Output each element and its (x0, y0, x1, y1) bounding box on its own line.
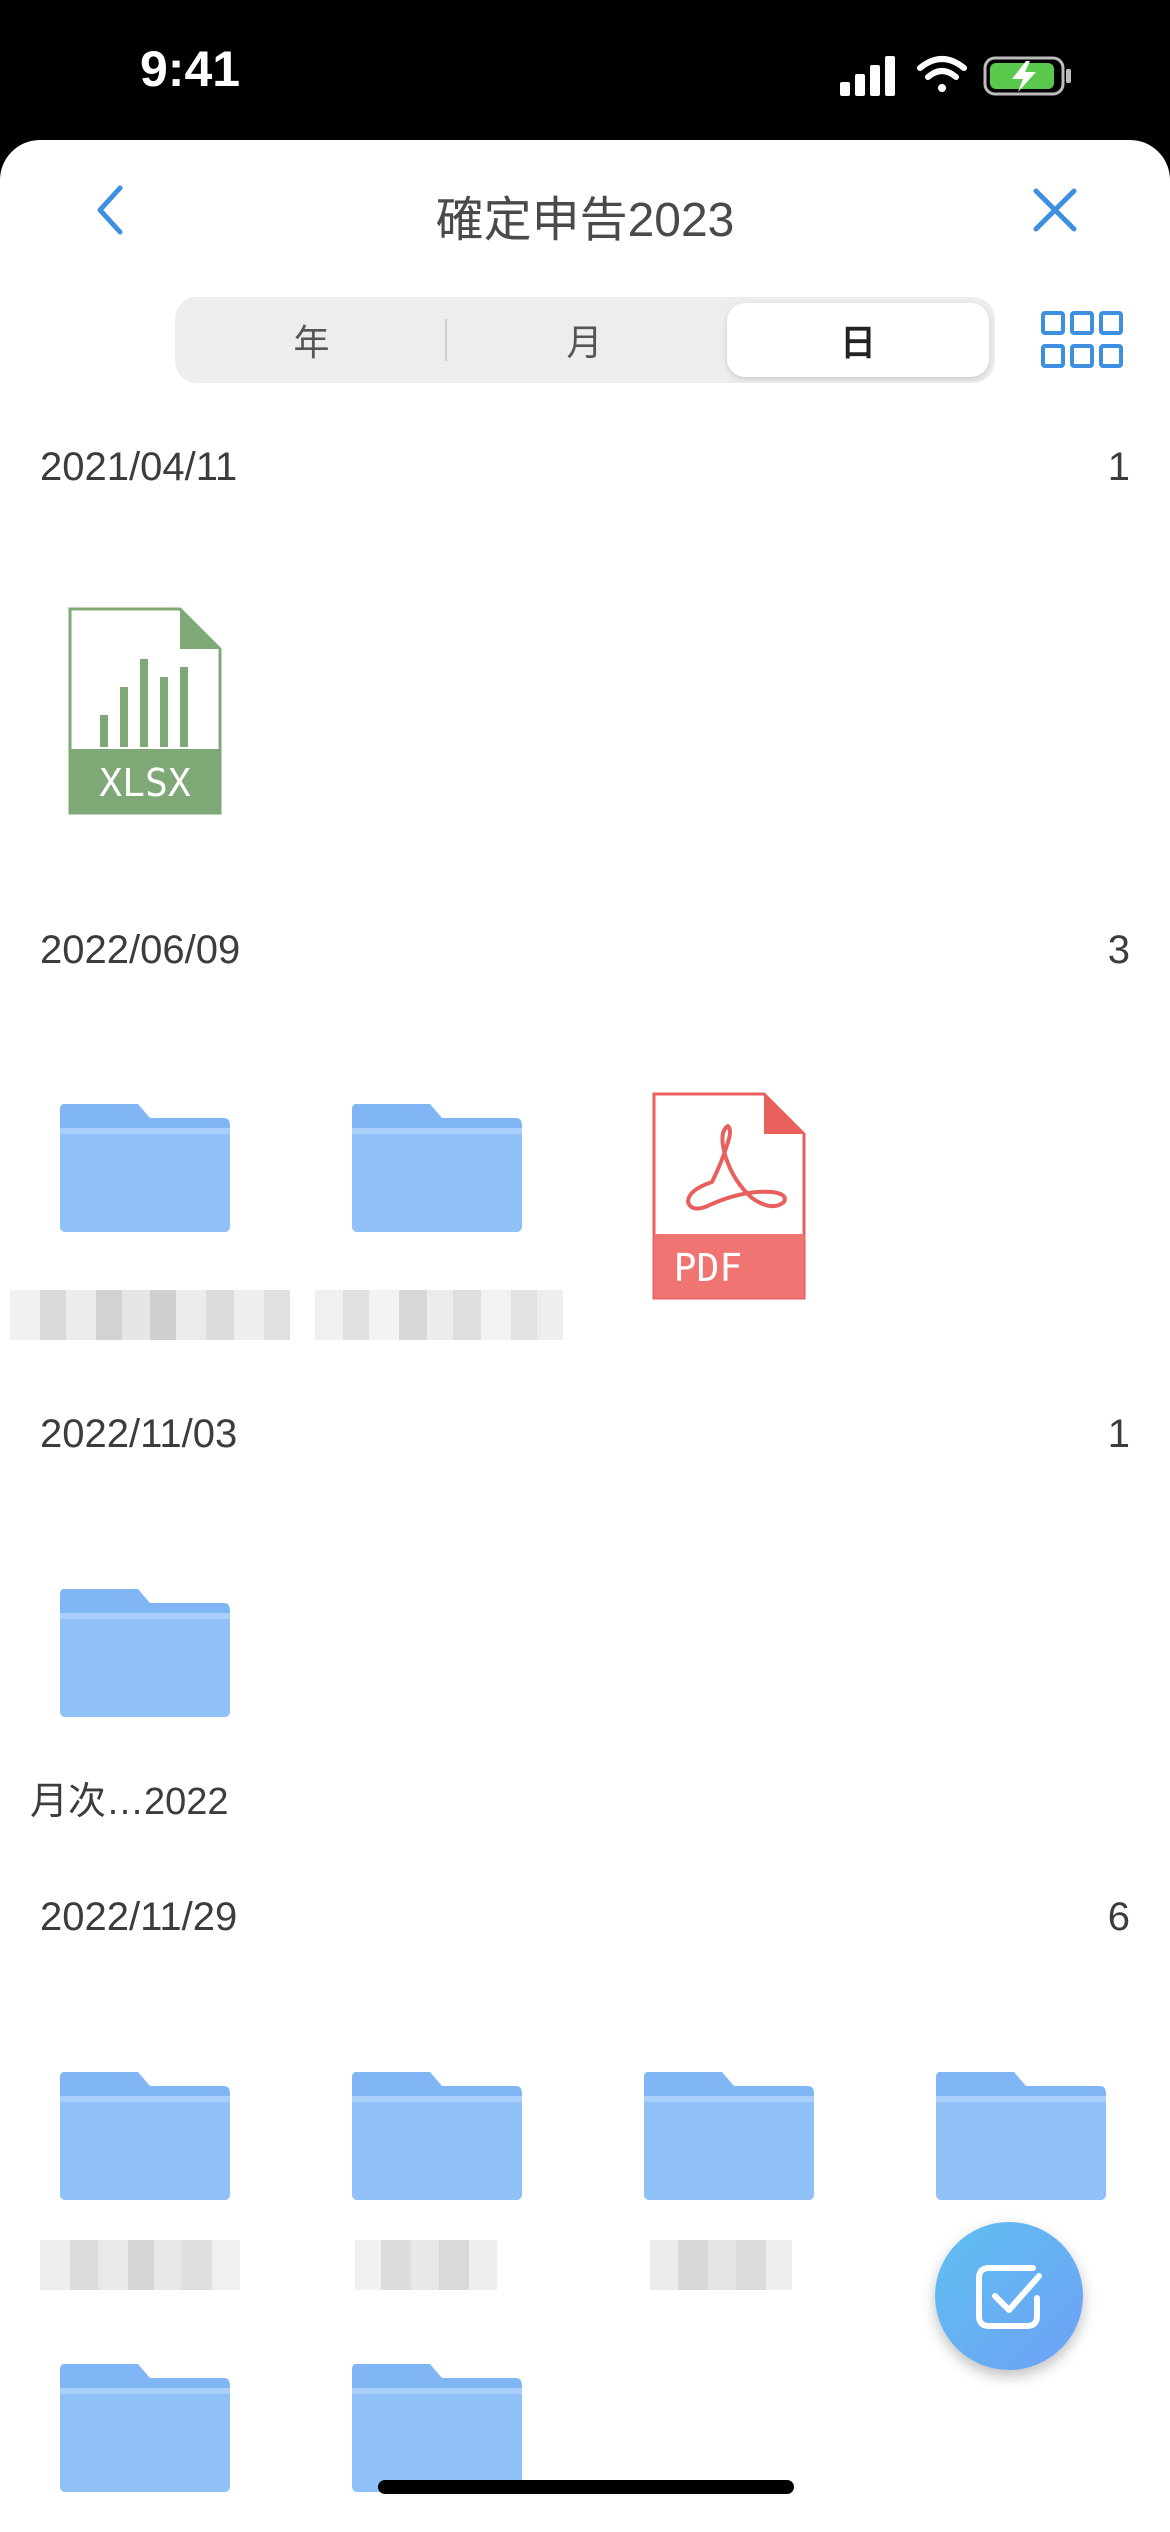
folder-icon[interactable] (350, 2068, 524, 2202)
obscured-filename (10, 1290, 290, 1340)
folder-icon[interactable] (58, 2360, 232, 2494)
status-icons (840, 56, 1071, 96)
obscured-filename (40, 2240, 240, 2290)
folder-icon[interactable] (58, 1100, 232, 1234)
close-icon[interactable] (1030, 185, 1080, 235)
section-date: 2022/11/29 (40, 1895, 238, 1939)
battery-charging-icon (983, 56, 1071, 96)
select-mode-button[interactable] (935, 2222, 1083, 2370)
folder-icon[interactable] (350, 1100, 524, 1234)
section-date: 2021/04/11 (40, 445, 238, 489)
segment-year[interactable]: 年 (175, 297, 448, 383)
status-bar: 9:41 (0, 0, 1170, 140)
pdf-badge-text: PDF (674, 1246, 743, 1290)
segment-day[interactable]: 日 (727, 303, 989, 377)
xlsx-file-icon[interactable]: XLSX (68, 607, 222, 815)
file-browser-sheet: 確定申告2023 年 月 日 2021/04/11 1 XLSX 2022/06 (0, 140, 1170, 2532)
obscured-filename (355, 2240, 497, 2290)
checkbox-check-icon (976, 2265, 1042, 2329)
home-indicator (378, 2480, 794, 2494)
segment-month[interactable]: 月 (448, 297, 721, 383)
page-title: 確定申告2023 (435, 194, 735, 247)
pdf-file-icon[interactable]: PDF (652, 1092, 806, 1300)
section-count: 3 (1107, 928, 1130, 972)
folder-icon[interactable] (58, 2068, 232, 2202)
grid-view-icon[interactable] (1040, 310, 1124, 370)
section-count: 6 (1107, 1895, 1130, 1939)
wifi-icon (917, 56, 967, 92)
section-date: 2022/11/03 (40, 1412, 238, 1456)
status-time: 9:41 (140, 41, 241, 97)
obscured-filename (315, 1290, 563, 1340)
folder-icon[interactable] (350, 2360, 524, 2494)
section-count: 1 (1107, 445, 1130, 489)
folder-icon[interactable] (642, 2068, 816, 2202)
section-date: 2022/06/09 (40, 928, 241, 972)
date-granularity-segmented-control: 年 月 日 (175, 297, 995, 383)
folder-icon[interactable] (934, 2068, 1108, 2202)
obscured-filename (650, 2240, 792, 2290)
folder-caption: 月次…2022 (30, 1781, 229, 1823)
xlsx-badge-text: XLSX (99, 761, 191, 805)
segment-divider (445, 319, 447, 361)
folder-icon[interactable] (58, 1585, 232, 1719)
section-count: 1 (1107, 1412, 1130, 1456)
cellular-signal-icon (840, 56, 895, 96)
